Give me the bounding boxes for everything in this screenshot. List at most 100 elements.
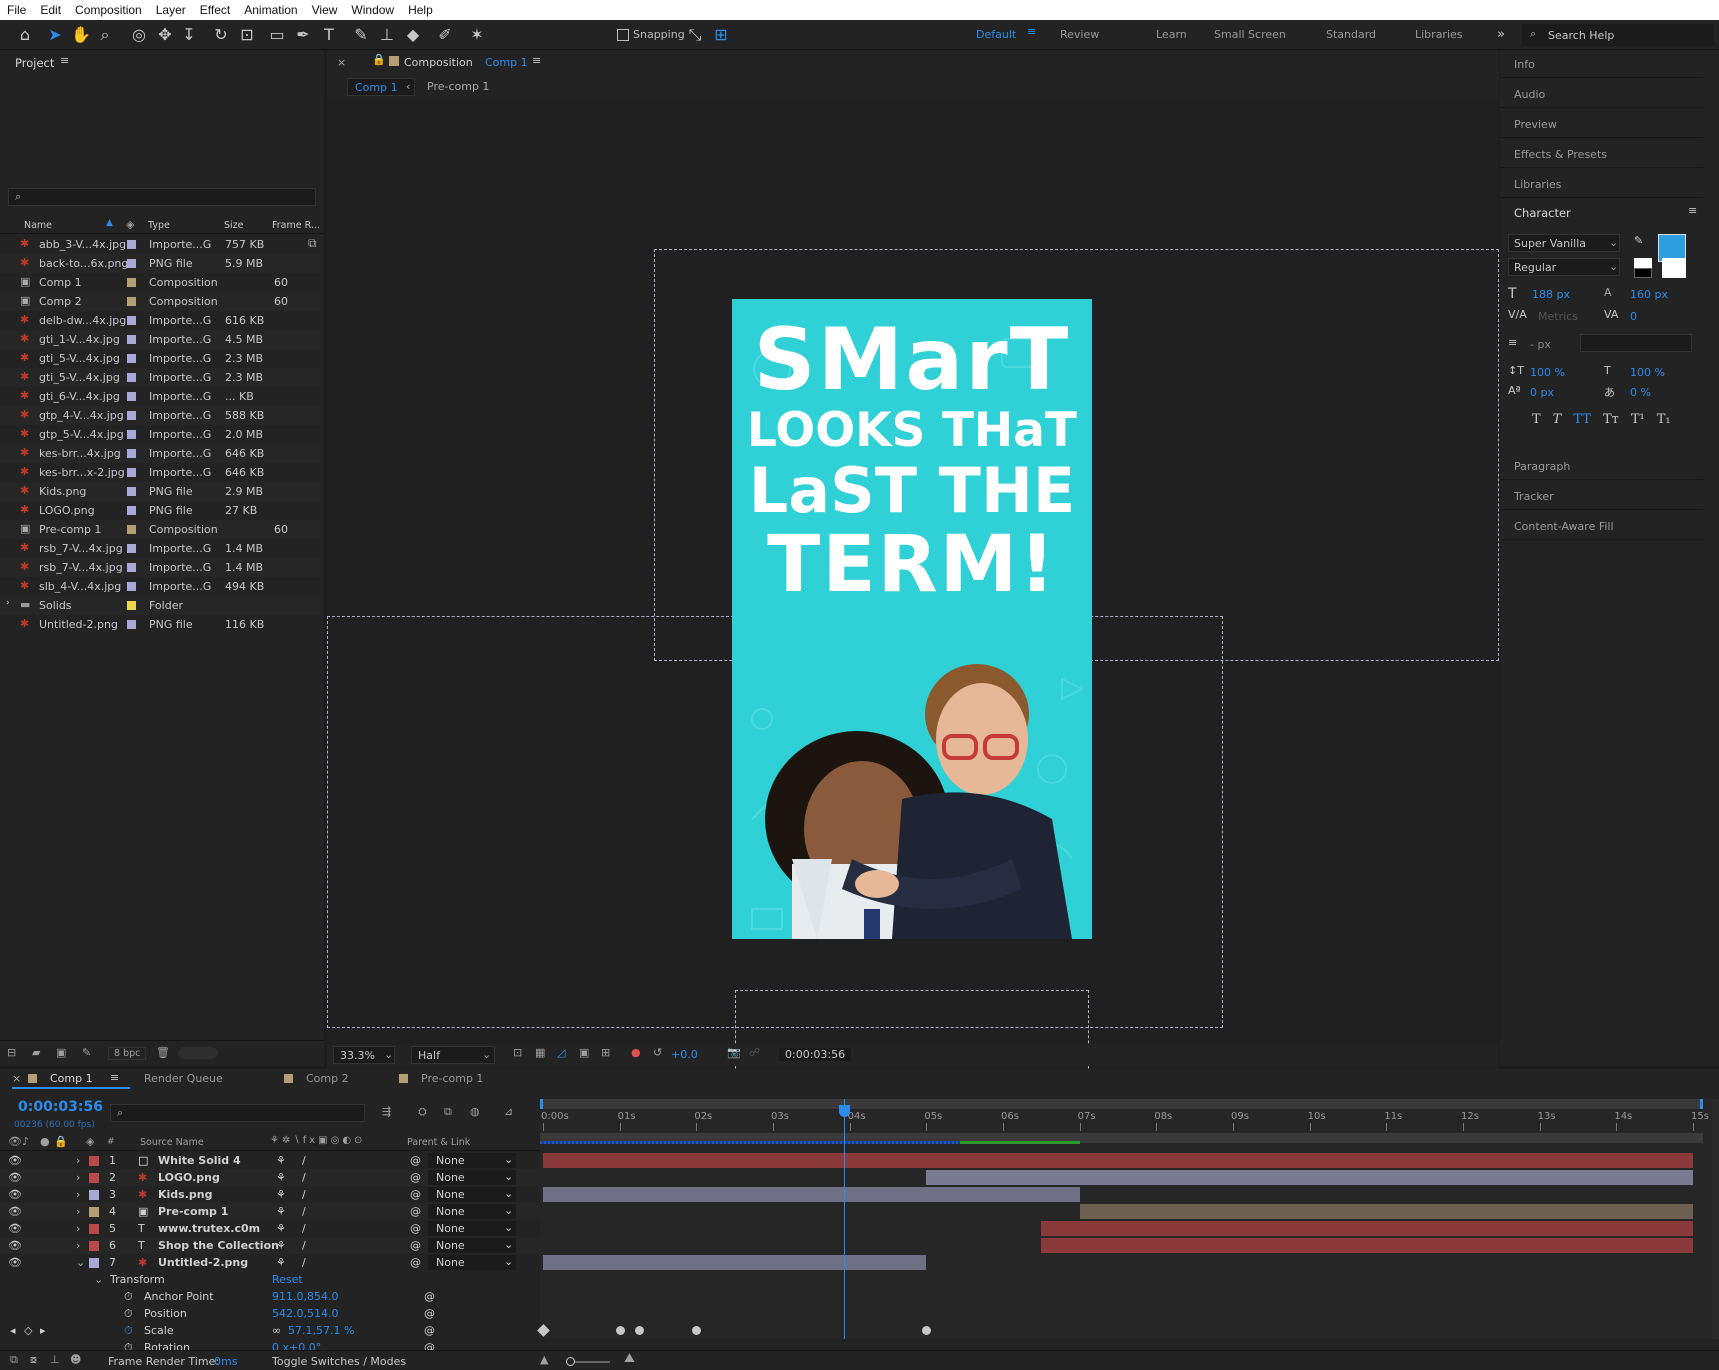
time-graph[interactable]: 0:00s 01s 02s 03s 04s 05s 06s 07s 08s 09s 10s 11s 12… — [537, 1099, 1712, 1339]
orbit-tool-icon[interactable]: ◎ — [128, 24, 150, 46]
superscript-icon[interactable]: T¹ — [1631, 412, 1645, 427]
label-color[interactable] — [127, 582, 136, 591]
project-search-input[interactable]: ⌕ — [8, 188, 316, 206]
composition-viewer[interactable]: SMarT LOOKS THaT LaST THE TERM! — [327, 100, 1499, 1109]
label-color[interactable] — [127, 563, 136, 572]
subscript-icon[interactable]: T₁ — [1657, 412, 1671, 427]
kerning-value[interactable]: Metrics — [1538, 310, 1578, 323]
label-color[interactable] — [127, 316, 136, 325]
scale-keyframe[interactable] — [537, 1324, 550, 1337]
layer-duration-bar[interactable] — [543, 1153, 1693, 1168]
bit-depth-button[interactable]: 8 bpc — [108, 1047, 147, 1060]
property-value[interactable]: 57.1,57.1 % — [288, 1324, 354, 1337]
zoom-dropdown[interactable]: 33.3% ⌄ — [333, 1046, 395, 1064]
prev-keyframe-icon[interactable]: ◂ — [10, 1324, 16, 1337]
chevron-right-icon[interactable]: › — [76, 1239, 80, 1252]
project-item[interactable]: ✱ rsb_7-V...4x.jpg Importe...G 1.4 MB — [0, 539, 320, 558]
project-item[interactable]: ▣ Pre-comp 1 Composition 60 — [0, 520, 320, 539]
label-color[interactable] — [127, 297, 136, 306]
project-item[interactable]: ▣ Comp 1 Composition 60 — [0, 273, 320, 292]
exposure-value[interactable]: +0.0 — [671, 1048, 698, 1061]
stroke-style-dropdown[interactable] — [1580, 334, 1692, 352]
layer-label-color[interactable] — [89, 1190, 99, 1200]
eyedropper-icon[interactable]: ✎ — [1634, 234, 1643, 247]
transfer-controls-icon[interactable]: ⧇ — [30, 1353, 37, 1367]
chevron-down-icon[interactable]: ⌄ — [76, 1256, 85, 1269]
trash-icon[interactable]: 🗑 — [156, 1046, 170, 1059]
rectangle-tool-icon[interactable]: ▭ — [266, 24, 288, 46]
eye-icon[interactable]: 👁 — [8, 1256, 22, 1269]
tab-precomp1-breadcrumb[interactable]: Pre-comp 1 — [427, 80, 489, 93]
layer-row[interactable]: 👁 › 3 ✱ Kids.png ⚘ / @ None ⌄ — [0, 1186, 540, 1203]
project-item[interactable]: ✱ back-to...6x.png PNG file 5.9 MB — [0, 254, 320, 273]
font-family-dropdown[interactable]: Super Vanilla ⌄ — [1508, 234, 1620, 252]
panel-info[interactable]: Info — [1500, 50, 1703, 78]
label-color[interactable] — [127, 620, 136, 629]
pickwhip-icon[interactable]: @ — [424, 1290, 435, 1303]
timeline-tab-comp-2[interactable]: Comp 2 — [268, 1069, 386, 1089]
label-tag-icon[interactable]: ◈ — [126, 218, 134, 231]
menu-edit[interactable]: Edit — [33, 3, 68, 17]
layer-row[interactable]: 👁 › 2 ✱ LOGO.png ⚘ / @ None ⌄ — [0, 1169, 540, 1186]
horizontal-scale-value[interactable]: 100 % — [1630, 366, 1665, 379]
stopwatch-icon[interactable]: ⏱ — [124, 1324, 133, 1338]
transform-reset-link[interactable]: Reset — [272, 1273, 303, 1286]
pickwhip-icon[interactable]: @ — [424, 1324, 435, 1337]
quality-switch-icon[interactable]: / — [302, 1188, 306, 1201]
timeline-tab-pre-comp-1[interactable]: Pre-comp 1 — [383, 1069, 501, 1089]
project-item[interactable]: ✱ kes-brr...4x.jpg Importe...G 646 KB — [0, 444, 320, 463]
draft-3d-icon[interactable]: ⛭ — [418, 1105, 427, 1119]
panel-menu-icon[interactable]: ≡ — [1688, 204, 1697, 217]
hand-tool-icon[interactable]: ✋ — [70, 24, 92, 46]
layer-label-color[interactable] — [89, 1207, 99, 1217]
eye-icon[interactable]: 👁 — [8, 1205, 22, 1218]
work-area-bar[interactable] — [540, 1099, 1703, 1109]
more-workspaces-icon[interactable]: » — [1490, 24, 1512, 46]
tsume-value[interactable]: 0 % — [1630, 386, 1651, 399]
pickwhip-icon[interactable]: @ — [410, 1205, 421, 1218]
layer-label-color[interactable] — [89, 1258, 99, 1268]
close-icon[interactable]: × — [337, 56, 346, 69]
project-item[interactable]: ✱ Untitled-2.png PNG file 116 KB — [0, 615, 320, 634]
quality-switch-icon[interactable]: / — [302, 1154, 306, 1167]
brush-tool-icon[interactable]: ✎ — [350, 24, 372, 46]
eye-icon[interactable]: 👁 — [8, 1154, 22, 1167]
graph-editor-icon[interactable]: ⊿ — [504, 1105, 513, 1118]
new-folder-icon[interactable]: ▰ — [32, 1046, 40, 1059]
workspace-small-screen[interactable]: Small Screen — [1214, 28, 1286, 41]
transform-property[interactable]: ◂ ◇ ▸ ⏱ Scale ∞ 57.1,57.1 % @ — [0, 1322, 540, 1339]
resolution-dropdown[interactable]: Half ⌄ — [411, 1046, 495, 1064]
workspace-libraries[interactable]: Libraries — [1415, 28, 1463, 41]
layer-row[interactable]: 👁 › 4 ▣ Pre-comp 1 ⚘ / @ None ⌄ — [0, 1203, 540, 1220]
parent-dropdown[interactable]: None ⌄ — [428, 1221, 516, 1236]
menu-layer[interactable]: Layer — [149, 3, 193, 17]
render-time-icon[interactable]: ☻ — [70, 1353, 81, 1366]
dolly-tool-icon[interactable]: ↧ — [178, 24, 200, 46]
timeline-tab-render-queue[interactable]: Render Queue — [140, 1069, 258, 1089]
stopwatch-icon[interactable]: ⏱ — [124, 1307, 133, 1321]
layer-row[interactable]: 👁 › 6 T Shop the Collection ⚘ / @ None ⌄ — [0, 1237, 540, 1254]
layer-label-color[interactable] — [89, 1173, 99, 1183]
pickwhip-icon[interactable]: @ — [410, 1222, 421, 1235]
white-swatch[interactable] — [1634, 258, 1652, 268]
layer-duration-bar[interactable] — [1041, 1238, 1693, 1253]
faux-italic-icon[interactable]: T — [1553, 412, 1562, 427]
zoom-tool-icon[interactable]: ⌕ — [94, 24, 116, 46]
in-out-icon[interactable]: ⊥ — [50, 1353, 60, 1366]
menu-window[interactable]: Window — [344, 3, 401, 17]
collapse-switch-icon[interactable]: ⚘ — [276, 1171, 286, 1184]
label-color[interactable] — [127, 411, 136, 420]
new-composition-icon[interactable]: ▣ — [56, 1046, 66, 1059]
stopwatch-icon[interactable]: ⏱ — [124, 1290, 133, 1304]
property-value[interactable]: 542.0,514.0 — [272, 1307, 338, 1320]
panel-tracker[interactable]: Tracker — [1500, 482, 1703, 510]
label-color[interactable] — [127, 468, 136, 477]
menu-composition[interactable]: Composition — [68, 3, 149, 17]
layer-label-color[interactable] — [89, 1224, 99, 1234]
anchor-tool-icon[interactable]: ⊡ — [236, 24, 258, 46]
puppet-tool-icon[interactable]: ✶ — [466, 24, 488, 46]
layer-label-color[interactable] — [89, 1241, 99, 1251]
adjust-project-settings-icon[interactable]: ✎ — [82, 1046, 91, 1059]
parent-dropdown[interactable]: None ⌄ — [428, 1255, 516, 1270]
layer-row[interactable]: 👁 › 1 □ White Solid 4 ⚘ / @ None ⌄ — [0, 1152, 540, 1169]
